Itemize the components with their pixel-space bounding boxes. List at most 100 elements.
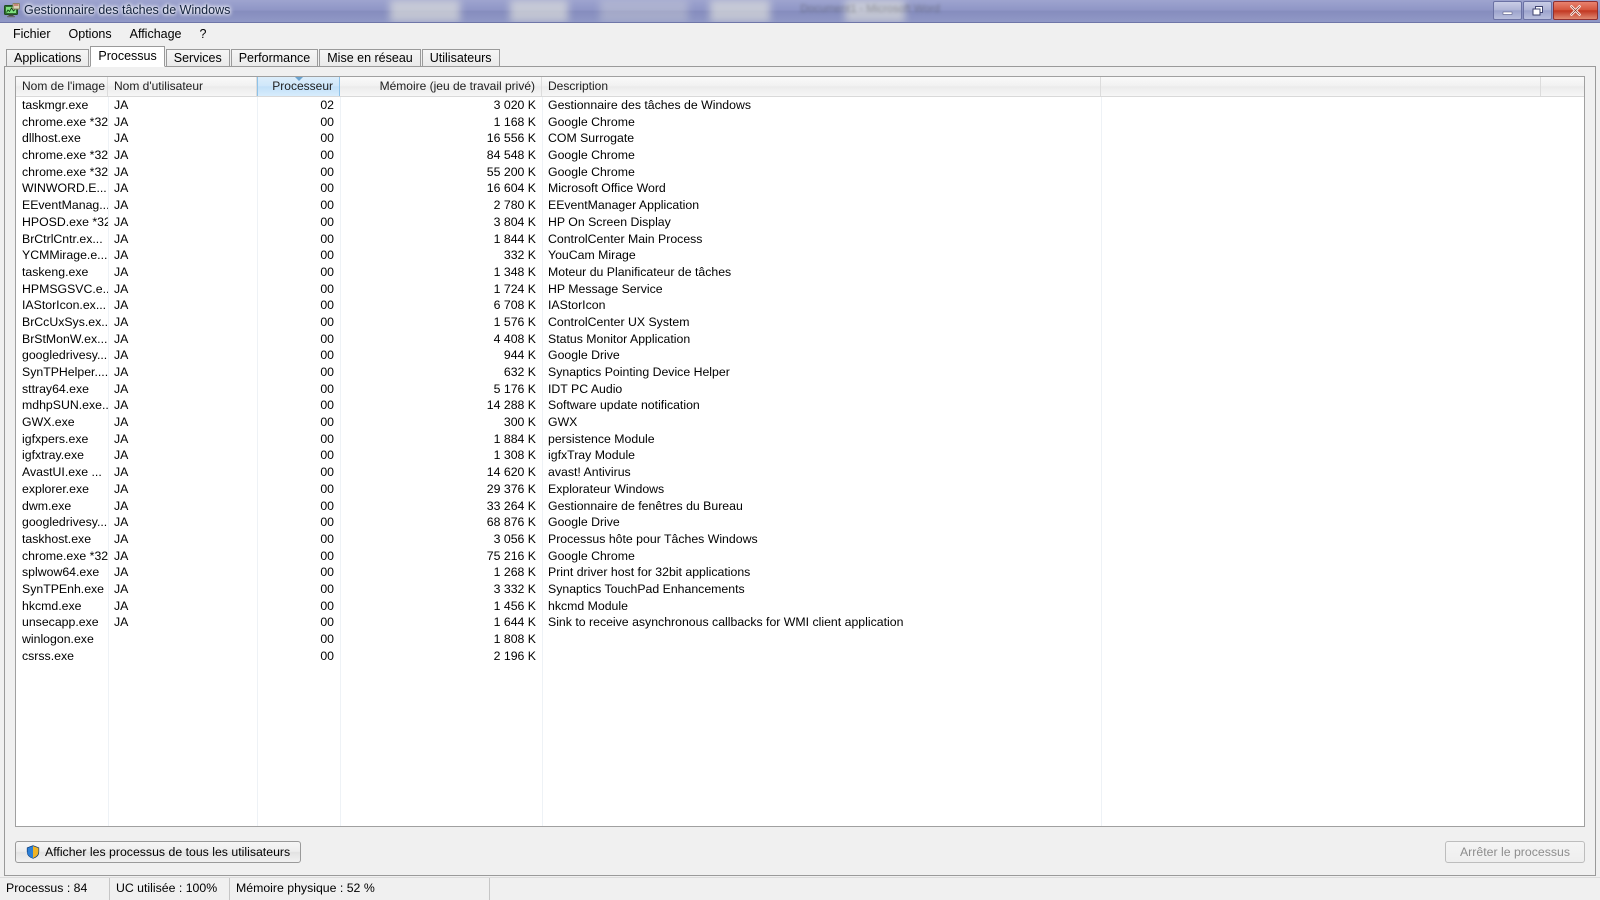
cell-image-name: mdhpSUN.exe... <box>22 398 108 413</box>
column-divider[interactable] <box>1101 97 1102 826</box>
column-header-label: Nom de l'image <box>22 79 105 93</box>
table-row[interactable]: taskhost.exe JA 00 3 056 K Processus hôte po… <box>16 531 1584 548</box>
table-row[interactable]: taskeng.exe JA 00 1 348 K Moteur du Planific… <box>16 264 1584 281</box>
cell-user-name: JA <box>114 114 129 129</box>
table-row[interactable]: dwm.exe JA 00 33 264 K Gestionnaire de fenêt… <box>16 498 1584 515</box>
tab-services[interactable]: Services <box>165 49 230 67</box>
table-row[interactable]: chrome.exe *32 JA 00 55 200 K Google Chrome <box>16 164 1584 181</box>
table-row[interactable]: SynTPEnh.exe JA 00 3 332 K Synaptics TouchPa… <box>16 581 1584 598</box>
table-row[interactable]: csrss.exe 00 2 196 K <box>16 648 1584 665</box>
cell-empty <box>1101 614 1541 631</box>
tab-utilisateurs[interactable]: Utilisateurs <box>421 49 500 67</box>
cell-empty <box>1101 147 1541 164</box>
table-row[interactable]: hkcmd.exe JA 00 1 456 K hkcmd Module <box>16 598 1584 615</box>
table-row[interactable]: chrome.exe *32 JA 00 1 168 K Google Chrome <box>16 114 1584 131</box>
table-row[interactable]: chrome.exe *32 JA 00 84 548 K Google Chrome <box>16 147 1584 164</box>
button-bar: Afficher les processus de tous les utili… <box>15 827 1585 869</box>
close-button[interactable] <box>1553 1 1598 20</box>
table-row[interactable]: WINWORD.E... JA 00 16 604 K Microsoft Office… <box>16 180 1584 197</box>
cell-cpu: 02 <box>320 98 334 112</box>
table-row[interactable]: BrCcUxSys.ex... JA 00 1 576 K ControlCenter … <box>16 314 1584 331</box>
column-header-m-moire-jeu-de-travail-priv[interactable]: Mémoire (jeu de travail privé) <box>340 77 542 96</box>
cell-cpu: 00 <box>320 281 334 296</box>
tab-applications[interactable]: Applications <box>6 49 90 67</box>
minimize-button[interactable] <box>1493 1 1522 20</box>
title-bar[interactable]: Document1 - Microsoft Word Gestionnaire … <box>0 0 1600 23</box>
table-row[interactable]: chrome.exe *32 JA 00 75 216 K Google Chrome <box>16 548 1584 565</box>
cell-image-name: splwow64.exe <box>22 565 100 580</box>
column-header-nom-de-l-image[interactable]: Nom de l'image <box>16 77 108 96</box>
menu-options[interactable]: Options <box>60 25 121 43</box>
show-all-users-button[interactable]: Afficher les processus de tous les utili… <box>15 841 302 863</box>
cell-memory: 1 168 K <box>493 114 536 129</box>
table-row[interactable]: igfxtray.exe JA 00 1 308 K igfxTray Module <box>16 447 1584 464</box>
restore-button[interactable] <box>1523 1 1552 20</box>
column-divider[interactable] <box>108 97 109 826</box>
cell-memory: 300 K <box>503 415 536 430</box>
process-list[interactable]: Nom de l'image Nom d'utilisateur Processeu… <box>15 76 1585 827</box>
cell-image-name: dwm.exe <box>22 498 72 513</box>
cell-image-name: chrome.exe *32 <box>22 114 108 129</box>
end-process-button[interactable]: Arrêter le processus <box>1445 841 1585 863</box>
table-row[interactable]: sttray64.exe JA 00 5 176 K IDT PC Audio <box>16 381 1584 398</box>
table-row[interactable]: HPMSGSVC.e... JA 00 1 724 K HP Message Servi… <box>16 281 1584 298</box>
cell-memory: 3 020 K <box>493 98 536 112</box>
cell-description: Google Chrome <box>548 114 635 129</box>
table-row[interactable]: unsecapp.exe JA 00 1 644 K Sink to receive a… <box>16 614 1584 631</box>
column-header-empty[interactable] <box>1101 77 1541 96</box>
cell-description: Explorateur Windows <box>548 481 665 496</box>
table-row[interactable]: taskmgr.exe JA 02 3 020 K Gestionnaire des t… <box>16 97 1584 114</box>
table-row[interactable]: EEventManag... JA 00 2 780 K EEventManager A… <box>16 197 1584 214</box>
cell-memory: 1 724 K <box>493 281 536 296</box>
cell-memory: 1 456 K <box>493 598 536 613</box>
column-header-description[interactable]: Description <box>542 77 1101 96</box>
table-row[interactable]: winlogon.exe 00 1 808 K <box>16 631 1584 648</box>
table-row[interactable]: splwow64.exe JA 00 1 268 K Print driver host… <box>16 564 1584 581</box>
table-row[interactable]: GWX.exe JA 00 300 K GWX <box>16 414 1584 431</box>
cell-empty <box>1101 347 1541 364</box>
cell-image-name: igfxtray.exe <box>22 448 84 463</box>
table-row[interactable]: BrStMonW.ex... JA 00 4 408 K Status Monitor … <box>16 331 1584 348</box>
cell-memory: 3 332 K <box>493 581 536 596</box>
column-header-processeur[interactable]: Processeur <box>257 77 340 96</box>
table-row[interactable]: BrCtrlCntr.ex... JA 00 1 844 K ControlCenter… <box>16 231 1584 248</box>
process-list-body[interactable]: taskmgr.exe JA 02 3 020 K Gestionnaire des t… <box>16 97 1584 826</box>
cell-cpu: 00 <box>320 164 334 179</box>
menu-affichage[interactable]: Affichage <box>121 25 191 43</box>
cell-description: Microsoft Office Word <box>548 181 666 196</box>
cell-user-name: JA <box>114 181 129 196</box>
cell-empty <box>1101 531 1541 548</box>
cell-image-name: AvastUI.exe ... <box>22 465 102 480</box>
aero-glass-reflection <box>845 0 905 22</box>
cell-description: Synaptics TouchPad Enhancements <box>548 581 745 596</box>
table-row[interactable]: mdhpSUN.exe... JA 00 14 288 K Software updat… <box>16 397 1584 414</box>
cell-user-name <box>108 648 257 665</box>
table-row[interactable]: dllhost.exe JA 00 16 556 K COM Surrogate <box>16 130 1584 147</box>
table-row[interactable]: SynTPHelper.... JA 00 632 K Synaptics Pointi… <box>16 364 1584 381</box>
column-divider[interactable] <box>257 97 258 826</box>
table-row[interactable]: googledrivesy... JA 00 68 876 K Google Drive <box>16 514 1584 531</box>
tab-performance[interactable]: Performance <box>230 49 319 67</box>
tab-processus[interactable]: Processus <box>90 46 165 67</box>
cell-memory: 1 308 K <box>493 448 536 463</box>
column-divider[interactable] <box>542 97 543 826</box>
table-row[interactable]: igfxpers.exe JA 00 1 884 K persistence Modul… <box>16 431 1584 448</box>
table-row[interactable]: AvastUI.exe ... JA 00 14 620 K avast! Antivi… <box>16 464 1584 481</box>
menu-fichier[interactable]: Fichier <box>4 25 60 43</box>
column-header-nom-d-utilisateur[interactable]: Nom d'utilisateur <box>108 77 257 96</box>
cell-cpu: 00 <box>320 531 334 546</box>
table-row[interactable]: googledrivesy... JA 00 944 K Google Drive <box>16 347 1584 364</box>
tab-mise-en-reseau[interactable]: Mise en réseau <box>319 49 421 67</box>
menu-help[interactable]: ? <box>191 25 216 43</box>
show-all-users-label: Afficher les processus de tous les utili… <box>45 845 291 859</box>
table-row[interactable]: HPOSD.exe *32 JA 00 3 804 K HP On Screen Dis… <box>16 214 1584 231</box>
cell-empty <box>1101 114 1541 131</box>
table-row[interactable]: explorer.exe JA 00 29 376 K Explorateur Wind… <box>16 481 1584 498</box>
cell-empty <box>1101 214 1541 231</box>
cell-description: Software update notification <box>548 398 700 413</box>
column-divider[interactable] <box>340 97 341 826</box>
cell-cpu: 00 <box>320 231 334 246</box>
table-row[interactable]: IAStorIcon.ex... JA 00 6 708 K IAStorIcon <box>16 297 1584 314</box>
table-row[interactable]: YCMMirage.e... JA 00 332 K YouCam Mirage <box>16 247 1584 264</box>
cell-user-name: JA <box>114 348 129 363</box>
